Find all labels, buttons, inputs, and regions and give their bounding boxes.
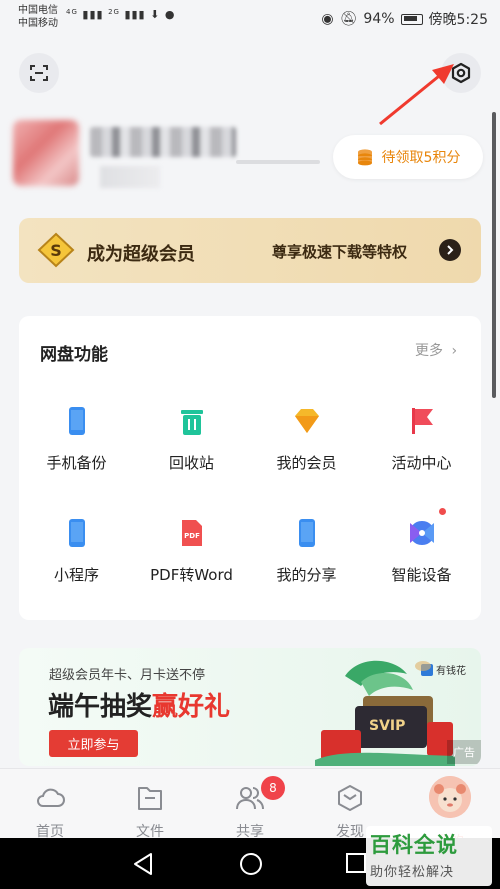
scrollbar[interactable]	[492, 112, 496, 398]
phone-backup-icon	[68, 407, 85, 435]
feature-activity-center[interactable]: 活动中心	[364, 406, 479, 496]
more-link[interactable]: 更多 ›	[415, 340, 457, 360]
level-progress	[236, 160, 320, 164]
username-blurred	[90, 127, 236, 157]
avatar[interactable]	[13, 120, 79, 186]
annotation-arrow	[379, 64, 454, 126]
smart-device-icon	[409, 521, 434, 545]
vip-title: 成为超级会员	[87, 244, 195, 265]
ad-title-main: 端午抽奖	[48, 692, 153, 722]
wechat-icon: ●	[164, 8, 176, 21]
status-bar: 中国电信 中国移动 4G ▮▮▮ 2G ▮▮▮ ⬇ ● ◉ 🔕︎ 94% 傍晚5…	[0, 0, 500, 36]
feature-label: 回收站	[168, 454, 214, 472]
netdisk-title: 网盘功能	[40, 345, 108, 365]
avatar-icon[interactable]	[429, 776, 471, 818]
ad-title: 端午抽奖赢好礼	[48, 686, 230, 723]
feature-label: 我的会员	[276, 454, 337, 472]
cloud-icon	[37, 788, 65, 807]
feature-label: 智能设备	[391, 566, 452, 584]
home-icon[interactable]	[238, 851, 264, 877]
svip-badge-icon: S	[37, 232, 75, 268]
coin-stack-icon	[357, 149, 372, 166]
svg-text:S: S	[50, 241, 62, 260]
new-badge-dot	[439, 508, 446, 515]
vip-subtitle: 尊享极速下载等特权	[272, 243, 408, 261]
points-button[interactable]: 待领取5积分	[333, 135, 483, 179]
pdf-icon: PDF	[181, 520, 202, 546]
eye-icon: ◉	[321, 11, 334, 27]
feature-phone-backup[interactable]: 手机备份	[19, 406, 134, 496]
user-sub-blurred	[100, 166, 160, 188]
mini-program-icon	[68, 519, 85, 547]
share-icon	[298, 519, 315, 547]
watermark: 百科全说 助你轻松解决	[370, 829, 490, 885]
ad-banner[interactable]: 超级会员年卡、月卡送不停 端午抽奖赢好礼 立即参与 有钱花 SVIP 广告	[19, 648, 481, 766]
feature-smart-device[interactable]: 智能设备	[364, 518, 479, 608]
diamond-icon	[294, 409, 319, 433]
folder-icon	[138, 787, 162, 810]
ad-join-button[interactable]: 立即参与	[49, 730, 138, 757]
recycle-bin-icon	[180, 410, 203, 435]
feature-my-vip[interactable]: 我的会员	[249, 406, 364, 496]
signal-icon-2: ▮▮▮	[124, 8, 146, 21]
nav-home[interactable]: 首页	[0, 769, 100, 840]
nav-share[interactable]: 共享	[200, 769, 300, 840]
ad-subtitle: 超级会员年卡、月卡送不停	[49, 668, 206, 683]
recents-icon[interactable]	[345, 852, 367, 874]
ad-title-highlight: 赢好礼	[152, 692, 231, 722]
feature-label: PDF转Word	[150, 566, 233, 584]
feature-my-share[interactable]: 我的分享	[249, 518, 364, 608]
chevron-right-icon: ›	[451, 343, 458, 359]
feature-label: 活动中心	[391, 454, 452, 472]
nav-files[interactable]: 文件	[100, 769, 200, 840]
signal-icons: 4G ▮▮▮ 2G ▮▮▮ ⬇ ●	[66, 8, 175, 21]
chevron-right-icon	[439, 239, 461, 261]
signal-icon: ▮▮▮	[82, 8, 104, 21]
points-label: 待领取5积分	[381, 150, 461, 166]
flag-icon	[411, 408, 433, 434]
cube-icon	[338, 785, 362, 811]
scan-icon	[30, 65, 48, 81]
feature-recycle-bin[interactable]: 回收站	[134, 406, 249, 496]
download-icon: ⬇	[150, 8, 161, 21]
watermark-subtitle: 助你轻松解决	[370, 865, 455, 880]
carrier-2: 中国移动	[18, 18, 58, 29]
feature-pdf-to-word[interactable]: PDF PDF转Word	[134, 518, 249, 608]
carrier-1: 中国电信	[18, 5, 58, 16]
feature-label: 手机备份	[46, 454, 107, 472]
network-type-2: 2G	[108, 8, 120, 16]
svg-text:PDF: PDF	[184, 532, 200, 540]
battery-percent: 94%	[363, 11, 395, 27]
vip-banner[interactable]: S 成为超级会员 尊享极速下载等特权	[19, 218, 481, 283]
feature-label: 我的分享	[276, 566, 337, 584]
watermark-title: 百科全说	[370, 833, 458, 857]
battery-icon	[400, 13, 423, 25]
ad-tag: 广告	[447, 740, 481, 764]
network-type-1: 4G	[66, 8, 78, 16]
netdisk-features-card: 网盘功能 更多 › 手机备份 回收站 我的会员 活动中心 小程序 PDF PDF…	[19, 316, 481, 620]
ad-vip-card-text: SVIP	[369, 718, 405, 734]
carrier-info: 中国电信 中国移动	[18, 4, 58, 30]
mute-icon: 🔕︎	[339, 11, 358, 27]
status-right: ◉ 🔕︎ 94% 傍晚5:25	[321, 9, 488, 29]
clock: 傍晚5:25	[428, 12, 488, 28]
feature-mini-program[interactable]: 小程序	[19, 518, 134, 608]
feature-label: 小程序	[53, 566, 99, 584]
back-icon[interactable]	[132, 852, 154, 876]
more-label: 更多	[415, 343, 443, 359]
scan-button[interactable]	[19, 53, 59, 93]
ad-illustration: SVIP	[315, 660, 455, 766]
share-badge: 8	[261, 776, 285, 800]
